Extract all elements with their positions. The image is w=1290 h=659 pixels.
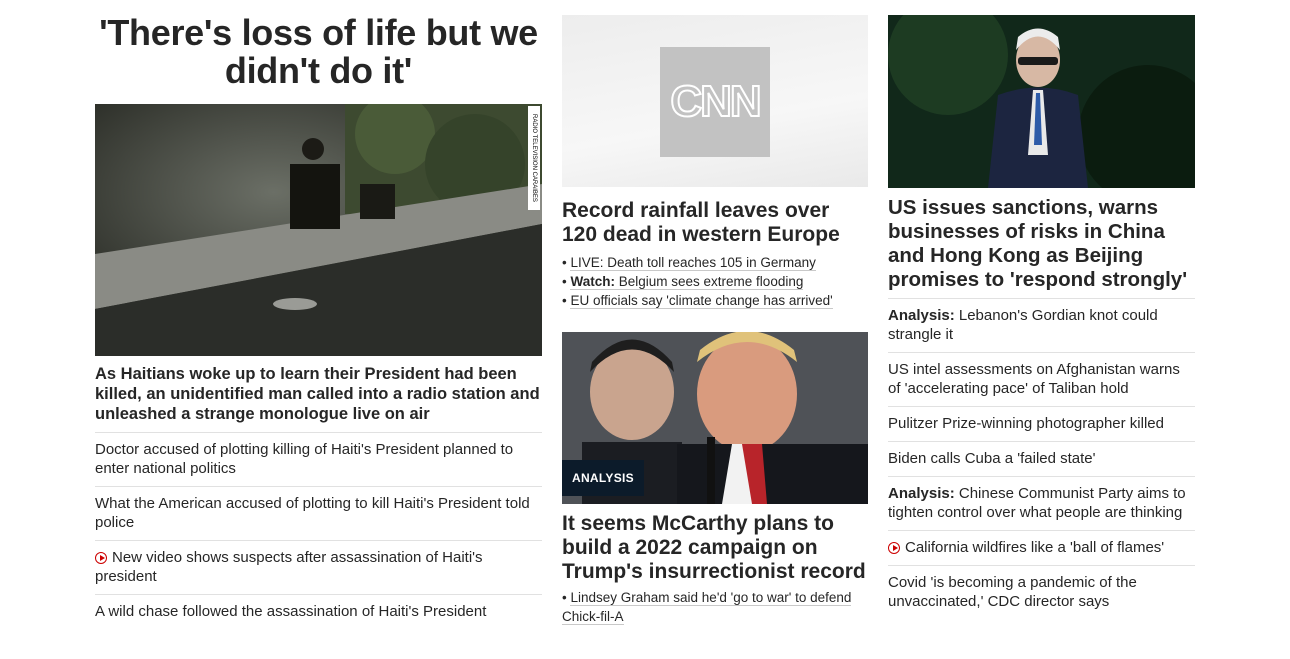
middle-column: CNN Record rainfall leaves over 120 dead… <box>562 0 868 626</box>
biden-photo <box>888 15 1195 188</box>
flood-story-image[interactable]: CNN <box>562 15 868 187</box>
bullet-text: EU officials say 'climate change has arr… <box>570 293 833 308</box>
analysis-tag: ANALYSIS <box>562 460 644 496</box>
haiti-story-column: 'There's loss of life but we didn't do i… <box>95 0 542 629</box>
bullet-text: Belgium sees extreme flooding <box>618 274 804 289</box>
related-text: Covid 'is becoming a pandemic of the unv… <box>888 574 1137 610</box>
haiti-scene-graphic <box>95 104 542 356</box>
related-link[interactable]: Analysis: Chinese Communist Party aims t… <box>888 476 1195 530</box>
related-link[interactable]: Covid 'is becoming a pandemic of the unv… <box>888 565 1195 619</box>
mccarthy-bullet-list: • Lindsey Graham said he'd 'go to war' t… <box>562 588 868 626</box>
play-icon <box>888 542 900 554</box>
related-text: Doctor accused of plotting killing of Ha… <box>95 441 514 477</box>
related-text: California wildfires like a 'ball of fla… <box>905 539 1165 556</box>
related-video-link[interactable]: California wildfires like a 'ball of fla… <box>888 530 1195 565</box>
image-credit: RADIO TELEVISION CARAIBES <box>528 106 540 210</box>
bullet-link[interactable]: • Lindsey Graham said he'd 'go to war' t… <box>562 588 868 626</box>
label-prefix: Analysis: <box>888 485 955 502</box>
right-related-list: Analysis: Lebanon's Gordian knot could s… <box>888 298 1195 619</box>
related-text: A wild chase followed the assassination … <box>95 603 487 620</box>
flood-bullet-list: • LIVE: Death toll reaches 105 in German… <box>562 253 868 310</box>
flood-headline[interactable]: Record rainfall leaves over 120 dead in … <box>562 199 868 247</box>
related-text: New video shows suspects after assassina… <box>95 549 483 585</box>
bullet-link[interactable]: • Watch: Belgium sees extreme flooding <box>562 272 868 291</box>
haiti-related-list: Doctor accused of plotting killing of Ha… <box>95 432 542 629</box>
related-link[interactable]: Biden calls Cuba a 'failed state' <box>888 441 1195 476</box>
related-link[interactable]: Pulitzer Prize-winning photographer kill… <box>888 406 1195 441</box>
cnn-logo: CNN <box>669 76 762 127</box>
haiti-video-image[interactable]: RADIO TELEVISION CARAIBES <box>95 104 542 356</box>
bullet-prefix: Watch: <box>570 274 615 289</box>
play-icon <box>95 552 107 564</box>
haiti-headline[interactable]: 'There's loss of life but we didn't do i… <box>95 14 542 90</box>
mccarthy-headline[interactable]: It seems McCarthy plans to build a 2022 … <box>562 512 868 584</box>
related-text: US intel assessments on Afghanistan warn… <box>888 361 1180 397</box>
haiti-lead-link[interactable]: As Haitians woke up to learn their Presi… <box>95 364 542 424</box>
related-text: Pulitzer Prize-winning photographer kill… <box>888 415 1164 432</box>
related-text: What the American accused of plotting to… <box>95 495 530 531</box>
related-link[interactable]: Doctor accused of plotting killing of Ha… <box>95 432 542 486</box>
sanctions-headline[interactable]: US issues sanctions, warns businesses of… <box>888 196 1195 292</box>
related-video-link[interactable]: New video shows suspects after assassina… <box>95 540 542 594</box>
right-column: US issues sanctions, warns businesses of… <box>888 0 1195 619</box>
mccarthy-story-image[interactable]: ANALYSIS <box>562 332 868 504</box>
sanctions-story-image[interactable] <box>888 15 1195 188</box>
label-prefix: Analysis: <box>888 307 955 324</box>
related-link[interactable]: US intel assessments on Afghanistan warn… <box>888 352 1195 406</box>
bullet-text: Lindsey Graham said he'd 'go to war' to … <box>562 590 852 625</box>
bullet-link[interactable]: • EU officials say 'climate change has a… <box>562 291 868 310</box>
bullet-link[interactable]: • LIVE: Death toll reaches 105 in German… <box>562 253 868 272</box>
related-link[interactable]: A wild chase followed the assassination … <box>95 594 542 629</box>
related-link[interactable]: Analysis: Lebanon's Gordian knot could s… <box>888 298 1195 352</box>
bullet-text: LIVE: Death toll reaches 105 in Germany <box>570 255 816 270</box>
related-text: Biden calls Cuba a 'failed state' <box>888 450 1096 467</box>
cnn-logo-placeholder: CNN <box>660 47 770 157</box>
related-link[interactable]: What the American accused of plotting to… <box>95 486 542 540</box>
